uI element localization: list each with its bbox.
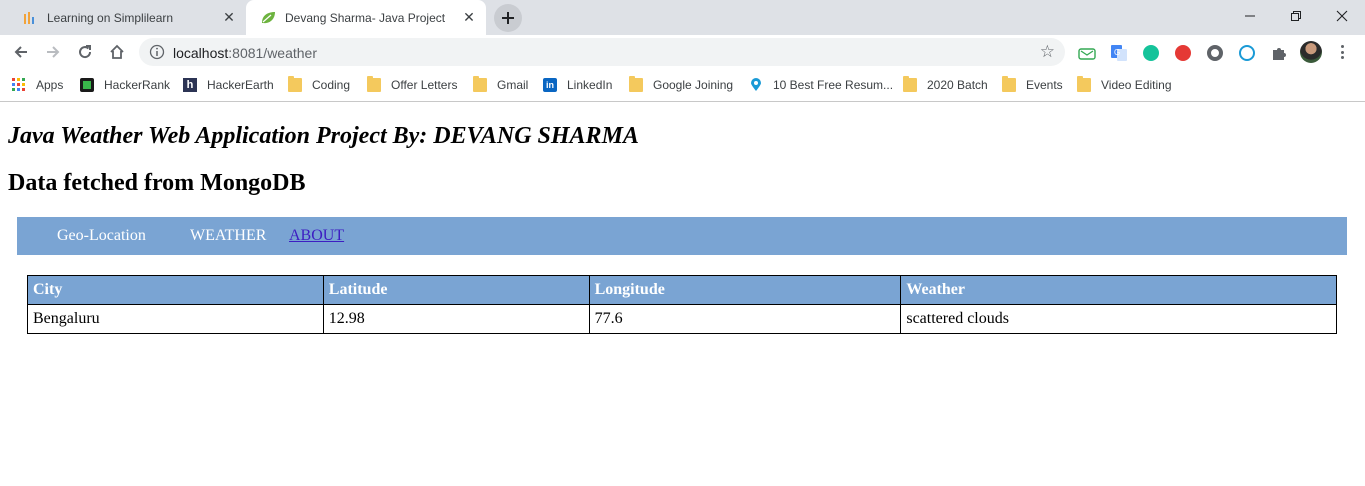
bookmark-label: Video Editing	[1101, 78, 1172, 92]
bookmark-label: Gmail	[497, 78, 529, 92]
url-text: localhost:8081/weather	[173, 45, 317, 61]
tab-simplilearn[interactable]: Learning on Simplilearn ✕	[8, 0, 246, 35]
cell-latitude: 12.98	[322, 304, 590, 334]
bookmark-coding[interactable]: Coding	[288, 76, 350, 94]
column-header-longitude: Longitude	[588, 275, 902, 305]
spring-leaf-icon	[260, 10, 276, 26]
column-header-weather: Weather	[900, 275, 1337, 305]
folder-icon	[903, 76, 917, 92]
bookmark-apps[interactable]: Apps	[12, 76, 63, 94]
bookmark-2020-batch[interactable]: 2020 Batch	[903, 76, 988, 94]
restore-icon	[1291, 11, 1301, 21]
apps-grid-icon	[12, 78, 26, 92]
folder-icon	[629, 76, 643, 92]
reload-icon	[79, 45, 92, 59]
bookmark-label: Offer Letters	[391, 78, 458, 92]
folder-icon	[1002, 76, 1016, 92]
nav-weather[interactable]: WEATHER	[190, 227, 266, 245]
bookmark-label: Events	[1026, 78, 1063, 92]
address-bar[interactable]: localhost:8081/weather ☆	[139, 38, 1065, 66]
page-title: Java Weather Web Application Project By:…	[8, 123, 639, 149]
simplilearn-icon	[22, 10, 38, 26]
home-button[interactable]	[103, 38, 131, 66]
back-button[interactable]	[7, 38, 35, 66]
linkedin-icon: in	[543, 78, 557, 92]
forward-button[interactable]	[39, 38, 67, 66]
close-tab-icon[interactable]: ✕	[458, 7, 480, 29]
bookmark-gmail[interactable]: Gmail	[473, 76, 528, 94]
url-path: :8081/weather	[228, 45, 317, 61]
folder-icon	[1077, 76, 1091, 92]
plus-icon	[502, 12, 514, 24]
bookmark-label: 2020 Batch	[927, 78, 988, 92]
bookmark-offer-letters[interactable]: Offer Letters	[367, 76, 457, 94]
google-translate-icon[interactable]: G	[1110, 44, 1128, 62]
site-navbar: Geo-Location WEATHER ABOUT	[17, 217, 1347, 255]
bookmark-best-free-resume[interactable]: 10 Best Free Resum...	[749, 76, 893, 94]
nav-geo-location[interactable]: Geo-Location	[57, 227, 146, 245]
profile-avatar[interactable]	[1300, 41, 1322, 63]
bookmark-linkedin[interactable]: in LinkedIn	[543, 76, 612, 94]
hackerearth-icon: h	[183, 78, 197, 92]
bookmark-label: 10 Best Free Resum...	[773, 78, 894, 92]
folder-icon	[473, 76, 487, 92]
cell-longitude: 77.6	[588, 304, 902, 334]
browser-menu-icon[interactable]	[1337, 43, 1347, 61]
forward-arrow-icon	[47, 46, 60, 58]
minimize-button[interactable]	[1227, 0, 1273, 32]
table-header-row: City Latitude Longitude Weather	[27, 275, 1337, 305]
weather-table: City Latitude Longitude Weather Bengalur…	[27, 275, 1337, 334]
new-tab-button[interactable]	[494, 4, 522, 32]
bookmarks-bar: Apps HackerRank h HackerEarth Coding Off…	[0, 69, 1365, 102]
bookmark-label: Coding	[312, 78, 351, 92]
tab-strip: Learning on Simplilearn ✕ Devang Sharma-…	[0, 0, 1365, 35]
home-icon	[110, 44, 124, 59]
restore-button[interactable]	[1273, 0, 1319, 32]
extensions-puzzle-icon[interactable]	[1270, 44, 1288, 62]
bookmark-video-editing[interactable]: Video Editing	[1077, 76, 1172, 94]
bookmark-events[interactable]: Events	[1002, 76, 1063, 94]
grammarly-icon[interactable]	[1142, 44, 1160, 62]
bookmark-star-icon[interactable]: ☆	[1040, 42, 1055, 62]
folder-icon	[367, 76, 381, 92]
back-arrow-icon	[14, 46, 27, 58]
tab-title: Learning on Simplilearn	[47, 10, 174, 25]
bookmark-label: HackerEarth	[207, 78, 274, 92]
bookmark-hackerearth[interactable]: h HackerEarth	[183, 76, 274, 94]
folder-icon	[288, 76, 302, 92]
page-subtitle: Data fetched from MongoDB	[8, 170, 306, 196]
extension-circle-icon[interactable]	[1206, 44, 1224, 62]
info-icon[interactable]	[149, 44, 165, 60]
bookmark-hackerrank[interactable]: HackerRank	[80, 76, 170, 94]
page-content: Java Weather Web Application Project By:…	[0, 103, 1365, 486]
svg-text:G: G	[1114, 48, 1120, 57]
close-icon	[1336, 10, 1348, 22]
close-tab-icon[interactable]: ✕	[218, 7, 240, 29]
minimize-icon	[1245, 15, 1255, 17]
bookmark-label: Google Joining	[653, 78, 734, 92]
extension-infinity-icon[interactable]	[1238, 44, 1256, 62]
bookmark-label: HackerRank	[104, 78, 171, 92]
extension-red-icon[interactable]	[1174, 44, 1192, 62]
browser-toolbar: localhost:8081/weather ☆ G	[0, 35, 1365, 69]
extension-mail-icon[interactable]	[1078, 44, 1096, 62]
tab-devang-sharma[interactable]: Devang Sharma- Java Project ✕	[246, 0, 486, 35]
cell-city: Bengaluru	[27, 304, 324, 334]
url-host: localhost	[173, 45, 229, 61]
tab-title: Devang Sharma- Java Project	[285, 10, 446, 25]
table-row: Bengaluru 12.98 77.6 scattered clouds	[27, 304, 1337, 334]
column-header-latitude: Latitude	[322, 275, 590, 305]
hackerrank-icon	[80, 78, 94, 92]
reload-button[interactable]	[71, 38, 99, 66]
bookmark-label: LinkedIn	[567, 78, 613, 92]
bookmark-google-joining[interactable]: Google Joining	[629, 76, 733, 94]
location-pin-icon	[749, 78, 763, 92]
close-window-button[interactable]	[1319, 0, 1365, 32]
cell-weather: scattered clouds	[900, 304, 1337, 334]
column-header-city: City	[27, 275, 324, 305]
bookmark-label: Apps	[36, 78, 64, 92]
nav-about-link[interactable]: ABOUT	[289, 227, 344, 245]
